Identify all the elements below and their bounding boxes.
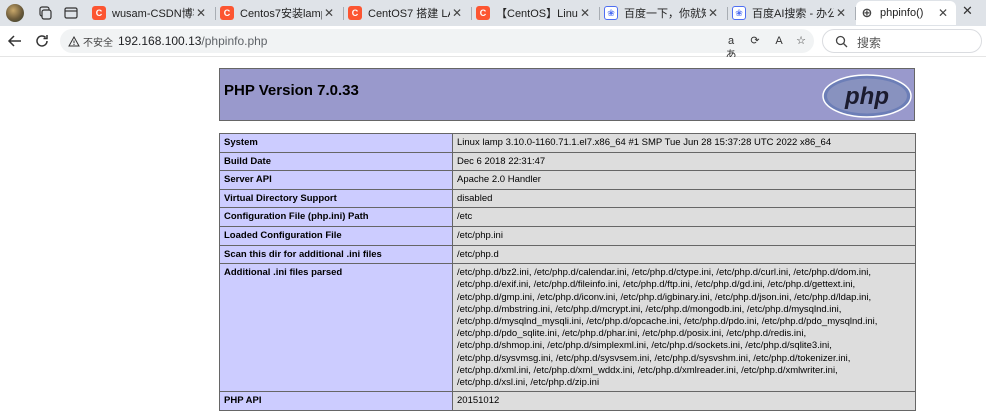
close-tab-icon[interactable]: ✕	[578, 6, 592, 20]
table-row: PHP API 20151012	[219, 391, 916, 411]
url-text[interactable]: 192.168.100.13/phpinfo.php	[118, 34, 267, 48]
php-logo-text: php	[844, 83, 889, 110]
tab-actions-icon[interactable]	[63, 5, 79, 21]
translate-icon[interactable]: ⟳	[748, 34, 762, 48]
table-row: System Linux lamp 3.10.0-1160.71.1.el7.x8…	[219, 133, 916, 153]
ini-file-line: /etc/php.d/mysqlnd_mysqli.ini, /etc/php.…	[457, 315, 878, 327]
tab-title: 【CentOS】Linux Ce	[496, 8, 578, 20]
close-tab-icon[interactable]: ✕	[706, 6, 720, 20]
row-value: Dec 6 2018 22:31:47	[452, 151, 916, 172]
browser-tab[interactable]: ❀ 百度AI搜索 - 办公学✕	[728, 1, 854, 25]
globe-icon: ⊕	[861, 5, 873, 20]
table-row: Scan this dir for additional .ini files /…	[219, 244, 916, 265]
row-key: Virtual Directory Support	[219, 188, 453, 209]
table-row: Additional .ini files parsed/etc/php.d/b…	[219, 263, 916, 393]
row-key: System	[219, 133, 453, 153]
read-aloud-icon[interactable]: aあ	[724, 34, 738, 61]
ini-file-line: /etc/php.d/shmop.ini, /etc/php.d/simplex…	[457, 340, 832, 352]
ini-file-line: /etc/php.d/gmp.ini, /etc/php.d/iconv.ini…	[457, 291, 872, 303]
tab-title: Centos7安装lamp-C	[240, 8, 322, 20]
php-logo: php	[822, 74, 912, 118]
close-tab-icon[interactable]: ✕	[194, 6, 208, 20]
warning-triangle-icon	[68, 35, 80, 46]
security-label: 不安全	[83, 38, 113, 49]
tab-title: 百度AI搜索 - 办公学	[752, 8, 834, 20]
ini-file-line: /etc/php.d/pdo_sqlite.ini, /etc/php.d/ph…	[457, 328, 807, 340]
row-value: /etc/php.ini	[452, 225, 916, 246]
tab-title: wusam-CSDN博客	[112, 8, 194, 20]
address-bar-row: 不安全 192.168.100.13/phpinfo.php aあ ⟳ A ☆ …	[0, 26, 986, 61]
close-tab-icon[interactable]: ✕	[936, 6, 950, 20]
row-key: PHP API	[219, 391, 453, 411]
tab-strip: Cwusam-CSDN博客✕CCentos7安装lamp-C✕CCentOS7 …	[0, 0, 986, 26]
url-bar[interactable]: 不安全 192.168.100.13/phpinfo.php aあ ⟳ A ☆	[60, 29, 814, 61]
row-value: /etc/php.d	[452, 244, 916, 265]
row-key: Loaded Configuration File	[219, 225, 453, 246]
csdn-icon: C	[92, 6, 106, 20]
tab-title: 百度一下，你就知道	[624, 8, 706, 20]
browser-tab[interactable]: C Centos7安装lamp-C✕	[216, 1, 342, 25]
tab-title: CentOS7 搭建 LAMP	[368, 8, 450, 20]
refresh-icon[interactable]	[33, 32, 51, 50]
row-key: Configuration File (php.ini) Path	[219, 207, 453, 227]
baidu-icon: ❀	[732, 6, 746, 20]
ini-file-line: /etc/php.d/xsl.ini, /etc/php.d/zip.ini	[457, 376, 600, 388]
row-value: Apache 2.0 Handler	[452, 170, 916, 190]
search-box[interactable]: 搜索	[822, 29, 982, 53]
ini-file-line: /etc/php.d/mbstring.ini, /etc/php.d/mcry…	[457, 303, 842, 315]
search-placeholder: 搜索	[857, 36, 882, 50]
close-tab-icon[interactable]: ✕	[450, 6, 464, 20]
page-content: PHP Version 7.0.33 php System Linux lamp …	[0, 57, 986, 411]
page-title: PHP Version 7.0.33	[224, 82, 359, 99]
php-info-table: System Linux lamp 3.10.0-1160.71.1.el7.x8…	[219, 133, 916, 411]
browser-tab[interactable]: C CentOS7 搭建 LAMP✕	[344, 1, 470, 25]
ini-file-line: /etc/php.d/exif.ini, /etc/php.d/fileinfo…	[457, 279, 856, 291]
row-key: Build Date	[219, 151, 453, 172]
csdn-icon: C	[220, 6, 234, 20]
ini-file-line: /etc/php.d/bz2.ini, /etc/php.d/calendar.…	[457, 267, 872, 279]
baidu-icon: ❀	[604, 6, 618, 20]
back-arrow-icon[interactable]	[6, 32, 24, 50]
browser-tab[interactable]: Cwusam-CSDN博客✕	[88, 1, 214, 25]
php-version-banner: PHP Version 7.0.33 php	[219, 68, 915, 121]
csdn-icon: C	[348, 6, 362, 20]
browser-tab[interactable]: ❀ 百度一下，你就知道✕	[600, 1, 726, 25]
url-path: /phpinfo.php	[201, 34, 268, 48]
row-value: Linux lamp 3.10.0-1160.71.1.el7.x86_64 #…	[452, 133, 916, 153]
row-value: disabled	[452, 188, 916, 209]
table-row: Configuration File (php.ini) Path/etc	[219, 207, 916, 227]
ini-file-line: /etc/php.d/sysvmsg.ini, /etc/php.d/sysvs…	[457, 352, 851, 364]
row-value: /etc/php.d/bz2.ini, /etc/php.d/calendar.…	[452, 263, 916, 393]
close-tab-icon[interactable]: ✕	[834, 6, 848, 20]
text-size-icon[interactable]: A	[772, 34, 786, 48]
table-row: Loaded Configuration File/etc/php.ini	[219, 225, 916, 246]
profile-avatar[interactable]	[6, 4, 24, 22]
favorite-star-icon[interactable]: ☆	[794, 34, 808, 48]
ini-file-line: /etc/php.d/xml.ini, /etc/php.d/xml_wddx.…	[457, 364, 838, 376]
row-value: /etc	[452, 207, 916, 227]
search-icon	[835, 35, 848, 48]
row-key: Server API	[219, 170, 453, 190]
csdn-icon: C	[476, 6, 490, 20]
browser-tab[interactable]: ⊕ phpinfo() ✕	[856, 1, 956, 25]
table-row: Server API Apache 2.0 Handler	[219, 170, 916, 190]
row-value: 20151012	[452, 391, 916, 411]
workspaces-icon[interactable]	[37, 5, 53, 21]
security-indicator[interactable]: 不安全	[68, 34, 113, 49]
row-key: Additional .ini files parsed	[219, 263, 453, 393]
close-window-icon[interactable]: ✕	[962, 3, 973, 19]
browser-tab[interactable]: C 【CentOS】Linux Ce✕	[472, 1, 598, 25]
url-host: 192.168.100.13	[118, 34, 202, 48]
row-key: Scan this dir for additional .ini files	[219, 244, 453, 265]
table-row: Build Date Dec 6 2018 22:31:47	[219, 151, 916, 172]
table-row: Virtual Directory Support disabled	[219, 188, 916, 209]
tab-title: phpinfo()	[880, 7, 924, 19]
close-tab-icon[interactable]: ✕	[322, 6, 336, 20]
